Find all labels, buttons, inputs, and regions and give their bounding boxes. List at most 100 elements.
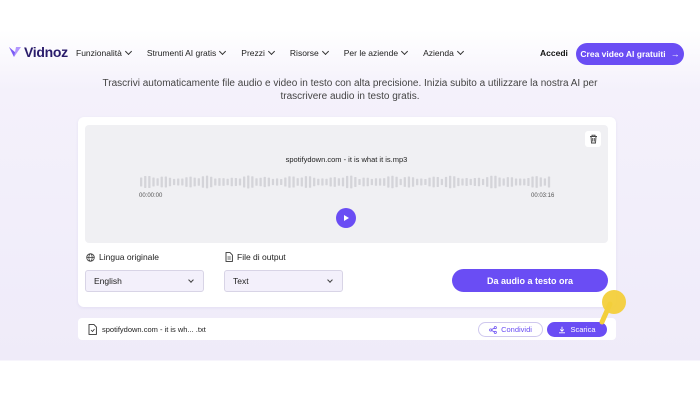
- waveform-bar: [218, 178, 221, 186]
- menu-item-prezzi[interactable]: Prezzi: [241, 47, 275, 58]
- waveform-bar: [313, 177, 316, 187]
- waveform-bar: [329, 177, 332, 187]
- audio-player: spotifydown.com - it is what it is.mp3 0…: [85, 125, 608, 243]
- share-button[interactable]: Condividi: [478, 322, 543, 337]
- waveform-bar: [333, 177, 336, 187]
- waveform-bar: [226, 178, 229, 186]
- waveform-bar: [469, 178, 472, 186]
- waveform-bar: [416, 178, 419, 186]
- create-video-button[interactable]: Crea video AI gratuiti →: [576, 43, 684, 65]
- waveform-bar: [370, 178, 373, 186]
- output-select[interactable]: Text: [224, 270, 343, 292]
- result-file: spotifydown.com - it is wh... .txt: [88, 324, 206, 335]
- waveform-bar: [267, 177, 270, 187]
- main-menu: Funzionalità Strumenti AI gratis Prezzi …: [76, 47, 479, 58]
- logo[interactable]: Vidnoz: [8, 44, 68, 60]
- waveform-bar: [140, 177, 143, 187]
- result-row: spotifydown.com - it is wh... .txt Condi…: [78, 318, 616, 340]
- convert-button[interactable]: Da audio a testo ora: [452, 269, 608, 292]
- arrow-right-icon: →: [670, 49, 680, 59]
- bottom-band: [0, 362, 700, 400]
- waveform-bar: [449, 175, 452, 189]
- chevron-down-icon: [219, 47, 227, 56]
- waveform-bar: [358, 179, 361, 186]
- create-video-label: Crea video AI gratuiti: [580, 49, 666, 59]
- waveform-bar: [547, 176, 551, 188]
- waveform-bar: [346, 175, 349, 189]
- time-start: 00:00:00: [139, 193, 163, 199]
- language-label: Lingua originale: [86, 252, 159, 262]
- waveform-bar: [428, 177, 431, 187]
- waveform-bar: [481, 178, 485, 186]
- menu-item-label: Funzionalità: [76, 48, 122, 58]
- waveform-bar: [259, 177, 262, 187]
- waveform-bar: [255, 178, 258, 186]
- download-icon: [559, 326, 566, 333]
- share-label: Condividi: [501, 325, 532, 334]
- waveform-bar: [378, 178, 382, 186]
- waveform-bar: [424, 178, 427, 186]
- waveform-bar: [461, 178, 464, 186]
- menu-item-label: Prezzi: [241, 48, 265, 58]
- logo-text: Vidnoz: [24, 44, 68, 60]
- waveform-bar: [527, 177, 530, 187]
- waveform-bar: [531, 176, 534, 188]
- waveform-bar: [263, 176, 266, 188]
- waveform-bar: [197, 178, 200, 186]
- document-icon: [88, 324, 97, 335]
- waveform-bar: [243, 176, 246, 188]
- download-label: Scarica: [570, 325, 596, 334]
- output-label-text: File di output: [237, 252, 286, 262]
- chevron-down-icon: [456, 47, 464, 56]
- menu-item-risorse[interactable]: Risorse: [289, 47, 329, 58]
- waveform-bar: [172, 178, 176, 186]
- waveform-bar: [350, 175, 353, 189]
- waveform-bar: [205, 175, 209, 189]
- language-label-text: Lingua originale: [99, 252, 160, 262]
- menu-item-label: Per le aziende: [343, 48, 399, 58]
- menu-item-funzionalita[interactable]: Funzionalità: [76, 47, 132, 58]
- menu-item-aziende[interactable]: Per le aziende: [343, 47, 409, 58]
- time-end: 00:03:16: [531, 193, 555, 199]
- waveform-bar: [440, 178, 444, 186]
- result-filename: spotifydown.com - it is wh... .txt: [102, 325, 206, 334]
- menu-item-azienda[interactable]: Azienda: [423, 47, 464, 58]
- waveform-bar: [523, 178, 526, 186]
- chevron-down-icon: [267, 47, 275, 56]
- waveform-bar: [325, 178, 328, 186]
- menu-item-label: Risorse: [289, 48, 319, 58]
- waveform-bar: [362, 177, 365, 187]
- waveform-bar: [543, 178, 547, 186]
- waveform-bar: [514, 178, 518, 186]
- audio-filename: spotifydown.com - it is what it is.mp3: [285, 155, 408, 164]
- waveform-bar: [304, 176, 308, 188]
- top-band: [0, 0, 700, 30]
- waveform-bar: [210, 176, 213, 188]
- waveform-bar: [251, 176, 254, 188]
- menu-item-strumenti[interactable]: Strumenti AI gratis: [146, 47, 227, 58]
- waveform-bar: [247, 175, 250, 189]
- top-nav: Vidnoz Funzionalità Strumenti AI gratis …: [0, 38, 700, 70]
- waveform-bar: [374, 178, 378, 186]
- waveform[interactable]: [140, 175, 552, 189]
- waveform-bar: [473, 177, 476, 187]
- play-button[interactable]: [336, 208, 356, 228]
- menu-item-label: Azienda: [423, 48, 454, 58]
- waveform-bar: [280, 178, 283, 186]
- waveform-bar: [185, 177, 188, 187]
- waveform-bar: [271, 178, 275, 186]
- waveform-bar: [238, 178, 242, 186]
- trash-icon[interactable]: [585, 131, 601, 147]
- waveform-bar: [148, 175, 151, 189]
- chevron-down-icon: [124, 47, 132, 56]
- menu-item-label: Strumenti AI gratis: [146, 48, 217, 58]
- language-value: English: [94, 276, 122, 286]
- login-link[interactable]: Accedi: [540, 48, 568, 58]
- waveform-bar: [164, 176, 167, 188]
- waveform-bar: [403, 177, 406, 187]
- waveform-bar: [498, 177, 501, 187]
- waveform-bar: [354, 176, 357, 188]
- waveform-bar: [387, 176, 390, 188]
- waveform-bar: [383, 178, 386, 186]
- language-select[interactable]: English: [85, 270, 204, 292]
